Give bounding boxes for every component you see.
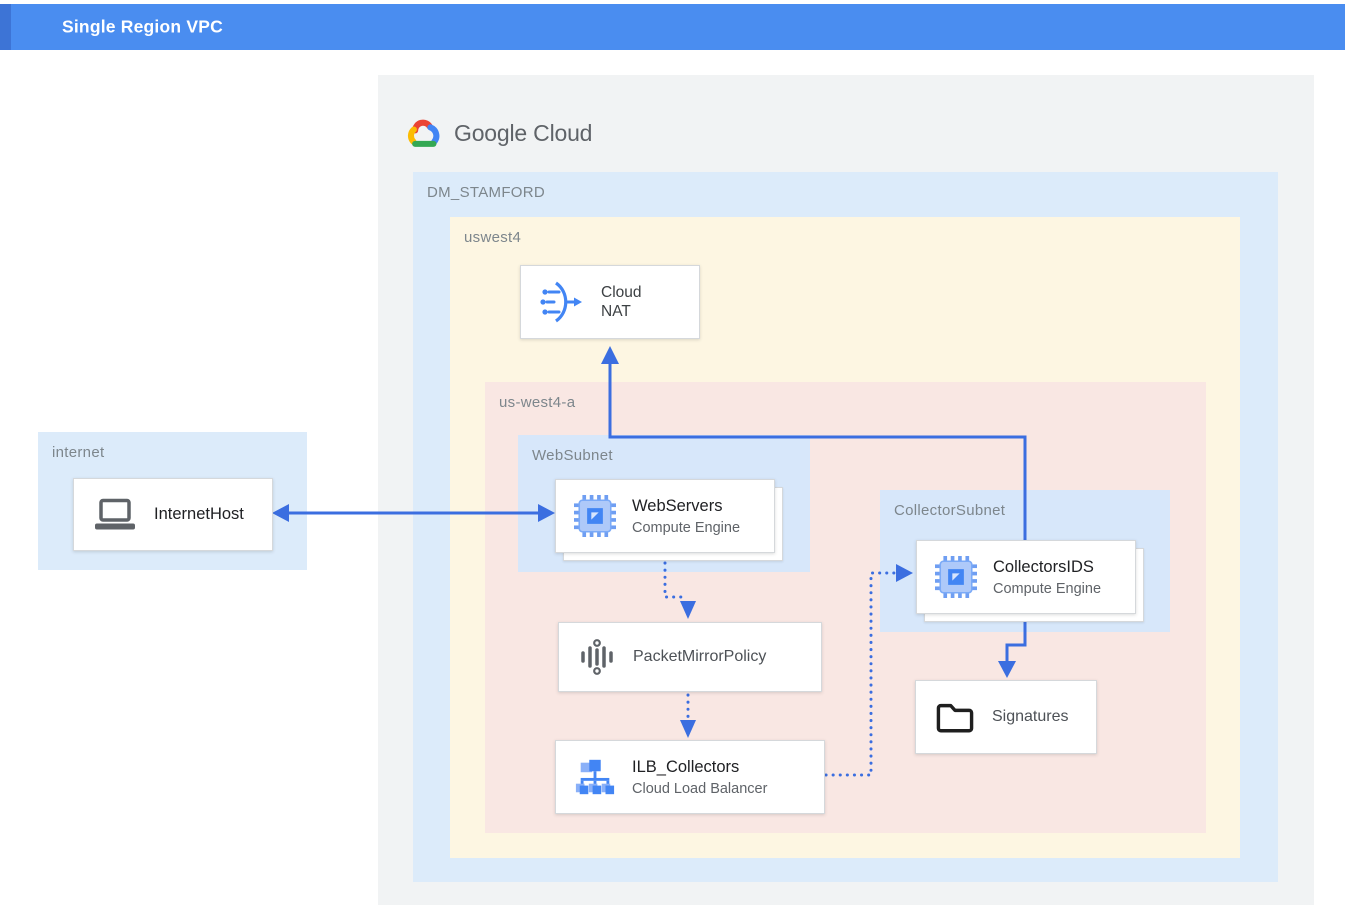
node-internet-host-title: InternetHost (154, 505, 244, 524)
diagram-canvas: Single Region VPC Google Cloud DM_STAMFO… (0, 0, 1358, 916)
folder-icon (934, 699, 976, 735)
node-cloud-nat-title: Cloud NAT (601, 283, 659, 321)
edge-packetmirror-ilb (680, 695, 696, 738)
load-balancer-icon (574, 757, 616, 797)
compute-engine-icon (574, 495, 616, 537)
node-web-servers: WebServers Compute Engine (555, 479, 775, 553)
node-signatures: Signatures (915, 680, 1097, 754)
packet-mirroring-icon (577, 637, 617, 677)
laptop-icon (92, 498, 138, 532)
node-web-servers-title: WebServers (632, 497, 740, 516)
edge-internethost-webservers (272, 504, 555, 522)
edge-ilb-collectorsids (826, 564, 913, 775)
node-cloud-nat: Cloud NAT (520, 265, 700, 339)
node-collectors-ids: CollectorsIDS Compute Engine (916, 540, 1136, 614)
node-ilb-collectors-subtitle: Cloud Load Balancer (632, 781, 767, 797)
node-ilb-collectors: ILB_Collectors Cloud Load Balancer (555, 740, 825, 814)
compute-engine-icon (935, 556, 977, 598)
node-internet-host: InternetHost (73, 478, 273, 551)
node-web-servers-subtitle: Compute Engine (632, 520, 740, 536)
node-packet-mirror-policy: PacketMirrorPolicy (558, 622, 822, 692)
edge-webservers-packetmirror (665, 563, 696, 619)
node-ilb-collectors-title: ILB_Collectors (632, 758, 767, 777)
node-collectors-ids-subtitle: Compute Engine (993, 581, 1101, 597)
cloud-nat-icon (539, 280, 585, 324)
node-collectors-ids-title: CollectorsIDS (993, 558, 1101, 577)
node-signatures-title: Signatures (992, 708, 1069, 726)
node-packet-mirror-policy-title: PacketMirrorPolicy (633, 648, 766, 666)
